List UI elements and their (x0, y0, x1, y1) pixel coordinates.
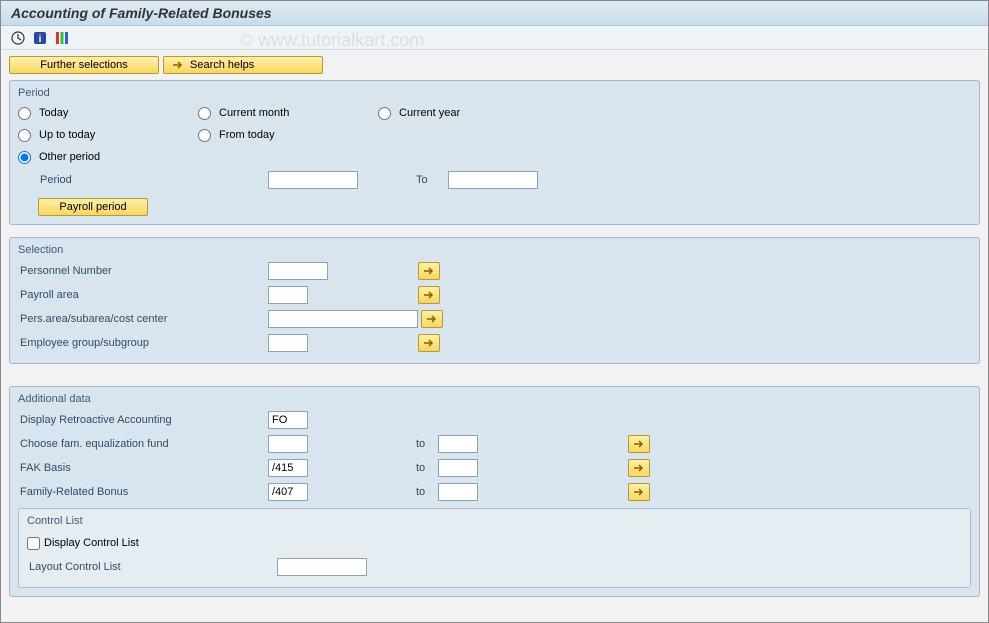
payroll-area-label: Payroll area (18, 289, 268, 301)
fak-basis-multi-button[interactable] (628, 459, 650, 477)
employee-group-multi-button[interactable] (418, 334, 440, 352)
period-to-label: To (408, 174, 448, 186)
employee-group-label: Employee group/subgroup (18, 337, 268, 349)
choose-fam-label: Choose fam. equalization fund (18, 438, 268, 450)
selection-group: Selection Personnel Number Payroll area … (9, 237, 980, 364)
radio-today[interactable]: Today (18, 107, 198, 120)
arrow-right-icon (423, 290, 435, 300)
fak-basis-to-label: to (408, 462, 438, 474)
control-list-legend: Control List (27, 515, 962, 527)
search-helps-button[interactable]: Search helps (163, 56, 323, 74)
radio-from-today-label: From today (219, 129, 275, 141)
fak-basis-to-input[interactable] (438, 459, 478, 477)
period-to-input[interactable] (448, 171, 538, 189)
display-control-list-label: Display Control List (44, 537, 139, 549)
period-from-input[interactable] (268, 171, 358, 189)
arrow-right-icon (633, 439, 645, 449)
svg-text:i: i (39, 34, 42, 45)
arrow-right-icon (423, 338, 435, 348)
radio-current-month-label: Current month (219, 107, 289, 119)
arrow-right-icon (426, 314, 438, 324)
arrow-right-icon (423, 266, 435, 276)
radio-current-year-label: Current year (399, 107, 460, 119)
family-bonus-label: Family-Related Bonus (18, 486, 268, 498)
pers-area-label: Pers.area/subarea/cost center (18, 313, 268, 325)
execute-icon[interactable] (9, 29, 27, 47)
choose-fam-multi-button[interactable] (628, 435, 650, 453)
payroll-area-input[interactable] (268, 286, 308, 304)
fak-basis-input[interactable] (268, 459, 308, 477)
period-legend: Period (18, 87, 971, 99)
layout-control-list-label: Layout Control List (27, 561, 277, 573)
payroll-period-button[interactable]: Payroll period (38, 198, 148, 216)
choose-fam-to-input[interactable] (438, 435, 478, 453)
personnel-number-label: Personnel Number (18, 265, 268, 277)
window-title: Accounting of Family-Related Bonuses (1, 1, 988, 26)
choose-fam-to-label: to (408, 438, 438, 450)
pers-area-input[interactable] (268, 310, 418, 328)
period-group: Period Today Current month Current year … (9, 80, 980, 225)
personnel-number-input[interactable] (268, 262, 328, 280)
payroll-area-multi-button[interactable] (418, 286, 440, 304)
family-bonus-input[interactable] (268, 483, 308, 501)
control-list-group: Control List Display Control List Layout… (18, 508, 971, 588)
palette-icon[interactable] (53, 29, 71, 47)
radio-up-to-today-label: Up to today (39, 129, 95, 141)
info-icon[interactable]: i (31, 29, 49, 47)
employee-group-input[interactable] (268, 334, 308, 352)
radio-today-label: Today (39, 107, 68, 119)
search-helps-label: Search helps (190, 59, 254, 71)
radio-up-to-today[interactable]: Up to today (18, 129, 198, 142)
radio-other-period[interactable]: Other period (18, 151, 198, 164)
period-label: Period (38, 174, 268, 186)
family-bonus-to-label: to (408, 486, 438, 498)
additional-group: Additional data Display Retroactive Acco… (9, 386, 980, 597)
layout-control-list-input[interactable] (277, 558, 367, 576)
personnel-number-multi-button[interactable] (418, 262, 440, 280)
display-control-list-checkbox[interactable]: Display Control List (27, 537, 277, 550)
fak-basis-label: FAK Basis (18, 462, 268, 474)
further-selections-button[interactable]: Further selections (9, 56, 159, 74)
choose-fam-input[interactable] (268, 435, 308, 453)
radio-current-year[interactable]: Current year (378, 107, 558, 120)
family-bonus-multi-button[interactable] (628, 483, 650, 501)
toolbar: i (1, 26, 988, 50)
arrow-right-icon (633, 487, 645, 497)
display-retro-input[interactable] (268, 411, 308, 429)
family-bonus-to-input[interactable] (438, 483, 478, 501)
selection-legend: Selection (18, 244, 971, 256)
radio-from-today[interactable]: From today (198, 129, 378, 142)
display-retro-label: Display Retroactive Accounting (18, 414, 268, 426)
arrow-right-icon (172, 60, 184, 70)
radio-current-month[interactable]: Current month (198, 107, 378, 120)
radio-other-period-label: Other period (39, 151, 100, 163)
additional-legend: Additional data (18, 393, 971, 405)
arrow-right-icon (633, 463, 645, 473)
pers-area-multi-button[interactable] (421, 310, 443, 328)
